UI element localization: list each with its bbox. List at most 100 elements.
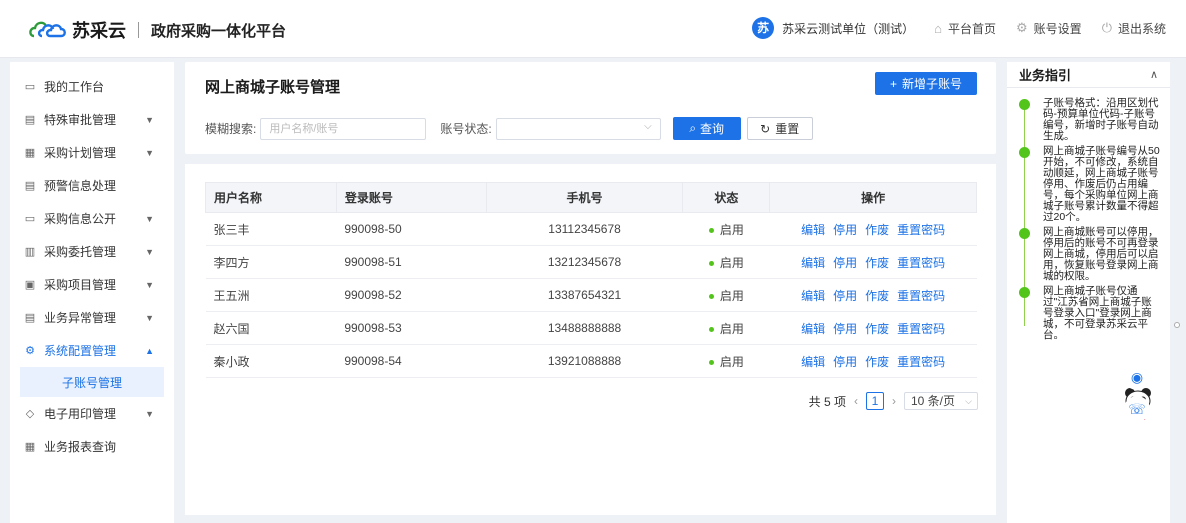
chevron-down-icon: ▼ bbox=[145, 312, 154, 323]
column-header: 操作 bbox=[769, 182, 977, 213]
column-header: 状态 bbox=[682, 182, 771, 213]
sidebar-item-workbench[interactable]: ▭ 我的工作台 bbox=[10, 70, 174, 103]
reset-password-link[interactable]: 重置密码 bbox=[897, 355, 945, 369]
scroll-handle[interactable] bbox=[1174, 322, 1180, 328]
logo-divider bbox=[138, 22, 139, 38]
filter-card: 网上商城子账号管理 + 新增子账号 模糊搜索: 用户名称/账号 账号状态: ⌵ … bbox=[185, 62, 996, 154]
status-dot-icon bbox=[708, 326, 714, 332]
account-cell: 990098-51 bbox=[336, 245, 487, 279]
reset-button[interactable]: ↻ 重置 bbox=[746, 117, 813, 140]
monitor-icon: ▭ bbox=[24, 81, 36, 93]
status-text: 启用 bbox=[719, 288, 744, 303]
status-text: 启用 bbox=[719, 222, 744, 237]
edit-link[interactable]: 编辑 bbox=[801, 322, 825, 336]
sidebar-item-info-disclosure[interactable]: ▭ 采购信息公开 ▼ bbox=[10, 202, 174, 235]
disable-link[interactable]: 停用 bbox=[833, 322, 857, 336]
chevron-down-icon: ▼ bbox=[145, 246, 154, 257]
user-name-cell: 赵六国 bbox=[205, 311, 337, 345]
clipboard-icon: ▤ bbox=[24, 114, 36, 126]
sidebar-item-warning[interactable]: ▤ 预警信息处理 bbox=[10, 169, 174, 202]
page-number[interactable]: 1 bbox=[866, 392, 884, 410]
guide-item: 网上商城子账号编号从50开始，不可修改，系统自动顺延，网上商城子账号停用、作废后… bbox=[1019, 146, 1162, 223]
reset-password-link[interactable]: 重置密码 bbox=[897, 223, 945, 237]
next-page-icon[interactable]: › bbox=[892, 394, 896, 408]
home-link[interactable]: ⌂ 平台首页 bbox=[934, 20, 996, 37]
status-text: 启用 bbox=[719, 354, 744, 369]
cloud-logo-icon bbox=[28, 18, 68, 42]
phone-icon[interactable]: ☏ bbox=[1124, 396, 1150, 422]
reset-password-link[interactable]: 重置密码 bbox=[897, 289, 945, 303]
sidebar-item-e-seal[interactable]: ◇ 电子用印管理 ▼ bbox=[10, 397, 174, 430]
unit-name: 苏采云测试单位（测试） bbox=[782, 21, 915, 36]
user-name-cell: 李四方 bbox=[205, 245, 337, 279]
sidebar-subitem-sub-account[interactable]: 子账号管理 bbox=[20, 367, 164, 397]
sidebar-item-label: 采购信息公开 bbox=[44, 212, 117, 226]
status-select[interactable]: ⌵ bbox=[495, 117, 661, 140]
void-link[interactable]: 作废 bbox=[865, 355, 889, 369]
sidebar-item-label: 预警信息处理 bbox=[44, 179, 117, 193]
disable-link[interactable]: 停用 bbox=[833, 355, 857, 369]
sidebar-item-exception[interactable]: ▤ 业务异常管理 ▼ bbox=[10, 301, 174, 334]
guide-item: 子账号格式：沿用区划代码-预算单位代码-子账号编号，新增时子账号自动生成。 bbox=[1019, 98, 1162, 142]
table-row: 赵六国 990098-53 13488888888 启用 编辑 停用 作废 重置密码 bbox=[205, 311, 977, 345]
disable-link[interactable]: 停用 bbox=[833, 223, 857, 237]
phone-cell: 13212345678 bbox=[486, 245, 683, 279]
reset-password-link[interactable]: 重置密码 bbox=[897, 322, 945, 336]
page-size-select[interactable]: 10 条/页 ⌵ bbox=[904, 392, 978, 410]
edit-link[interactable]: 编辑 bbox=[801, 256, 825, 270]
sub-account-table: 用户名称 登录账号 手机号 状态 操作 张三丰 990098-50 13112345… bbox=[205, 182, 977, 378]
page-title: 网上商城子账号管理 bbox=[205, 79, 341, 96]
logout-link[interactable]: ⏻ 退出系统 bbox=[1102, 20, 1166, 37]
list-icon: ▣ bbox=[24, 279, 36, 291]
void-link[interactable]: 作废 bbox=[865, 256, 889, 270]
current-unit[interactable]: 苏 苏采云测试单位（测试） bbox=[752, 17, 914, 39]
sidebar-item-special-approval[interactable]: ▤ 特殊审批管理 ▼ bbox=[10, 103, 174, 136]
customer-service-icon[interactable]: ◉ bbox=[1124, 364, 1150, 390]
chevron-up-icon[interactable]: ∧ bbox=[1150, 68, 1158, 81]
void-link[interactable]: 作废 bbox=[865, 289, 889, 303]
user-name-cell: 秦小政 bbox=[205, 344, 337, 378]
chevron-down-icon: ⌵ bbox=[965, 396, 972, 406]
sidebar-item-procurement-plan[interactable]: ▦ 采购计划管理 ▼ bbox=[10, 136, 174, 169]
void-link[interactable]: 作废 bbox=[865, 322, 889, 336]
sidebar-item-system-config[interactable]: ⚙ 系统配置管理 ▲ bbox=[10, 334, 174, 367]
guide-header[interactable]: 业务指引 ∧ bbox=[1007, 62, 1170, 88]
document-icon: ▥ bbox=[24, 246, 36, 258]
account-settings-label: 账号设置 bbox=[1033, 21, 1082, 36]
search-input[interactable]: 用户名称/账号 bbox=[260, 117, 427, 140]
query-button[interactable]: ⌕ 查询 bbox=[672, 117, 741, 140]
monitor-icon: ▭ bbox=[24, 213, 36, 225]
disable-link[interactable]: 停用 bbox=[833, 289, 857, 303]
guide-item: 网上商城账号可以停用，停用后的账号不可再登录网上商城，停用后可以启用，恢复账号登… bbox=[1019, 227, 1162, 282]
disable-link[interactable]: 停用 bbox=[833, 256, 857, 270]
edit-link[interactable]: 编辑 bbox=[801, 289, 825, 303]
account-cell: 990098-50 bbox=[336, 212, 487, 246]
plus-icon: + bbox=[889, 76, 897, 91]
reset-password-link[interactable]: 重置密码 bbox=[897, 256, 945, 270]
home-link-label: 平台首页 bbox=[948, 21, 997, 36]
status-text: 启用 bbox=[719, 255, 744, 270]
table-row: 张三丰 990098-50 13112345678 启用 编辑 停用 作废 重置密码 bbox=[205, 212, 977, 246]
edit-link[interactable]: 编辑 bbox=[801, 223, 825, 237]
account-cell: 990098-52 bbox=[336, 278, 487, 312]
account-settings-link[interactable]: ⚙ 账号设置 bbox=[1016, 20, 1082, 37]
total-count: 共 5 项 bbox=[808, 394, 846, 409]
add-sub-account-button[interactable]: + 新增子账号 bbox=[875, 72, 977, 95]
void-link[interactable]: 作废 bbox=[865, 223, 889, 237]
refresh-icon: ↻ bbox=[760, 121, 771, 136]
sidebar-item-entrustment[interactable]: ▥ 采购委托管理 ▼ bbox=[10, 235, 174, 268]
chevron-down-icon: ⌵ bbox=[644, 120, 652, 132]
edit-link[interactable]: 编辑 bbox=[801, 355, 825, 369]
chevron-down-icon: ▼ bbox=[145, 279, 154, 290]
actions-cell: 编辑 停用 作废 重置密码 bbox=[769, 212, 977, 246]
sidebar-item-label: 特殊审批管理 bbox=[44, 113, 117, 127]
logo[interactable]: 苏采云 政府采购一体化平台 bbox=[28, 17, 286, 43]
brand-name: 苏采云 bbox=[72, 21, 126, 41]
sidebar-item-reports[interactable]: ▦ 业务报表查询 bbox=[10, 430, 174, 463]
user-name-cell: 张三丰 bbox=[205, 212, 337, 246]
column-header: 手机号 bbox=[485, 182, 684, 213]
status-cell: 启用 bbox=[682, 344, 770, 378]
status-dot-icon bbox=[708, 260, 714, 266]
sidebar-item-project[interactable]: ▣ 采购项目管理 ▼ bbox=[10, 268, 174, 301]
prev-page-icon[interactable]: ‹ bbox=[854, 394, 858, 408]
